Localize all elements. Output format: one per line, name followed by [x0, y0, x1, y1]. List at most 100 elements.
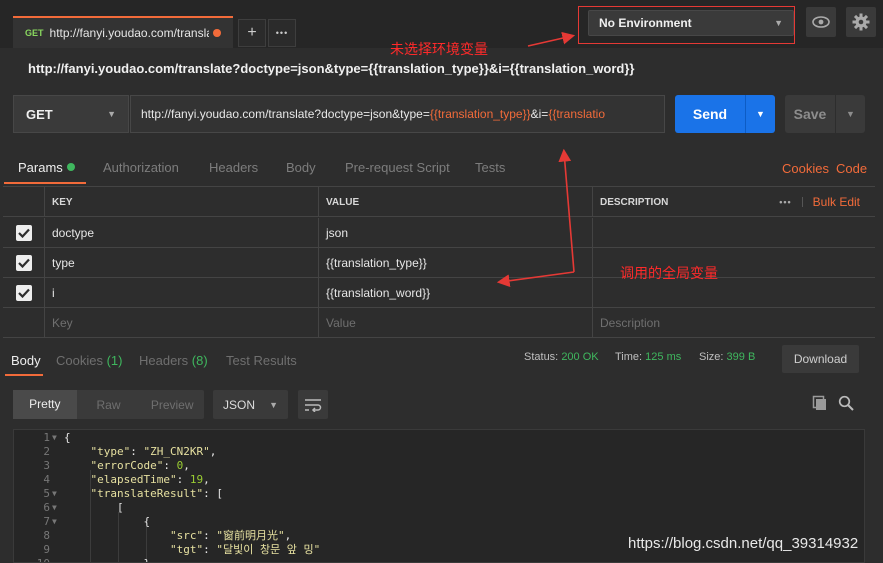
description-placeholder[interactable]: Description	[593, 308, 875, 338]
check-icon	[15, 255, 32, 271]
code-text: "errorCode": 0,	[90, 459, 190, 472]
table-row-new: Key Value Description	[3, 308, 875, 338]
size-value: 399 B	[726, 351, 756, 363]
environment-quick-look-button[interactable]	[806, 7, 836, 37]
wrap-lines-button[interactable]	[298, 390, 328, 419]
response-tab-cookies[interactable]: Cookies (1)	[56, 353, 122, 368]
status-value: 200 OK	[561, 351, 599, 363]
send-button[interactable]: Send ▼	[675, 95, 775, 133]
fold-icon[interactable]: ▼	[52, 515, 57, 529]
cookies-link[interactable]: Cookies	[782, 161, 829, 176]
empty-check	[3, 308, 45, 338]
check-icon	[15, 225, 32, 241]
chevron-down-icon[interactable]: ▼	[836, 109, 865, 119]
fold-icon[interactable]: ▼	[52, 487, 57, 501]
value-placeholder[interactable]: Value	[319, 308, 593, 338]
url-input[interactable]: http://fanyi.youdao.com/translate?doctyp…	[130, 95, 665, 133]
tab-prerequest-script[interactable]: Pre-request Script	[345, 160, 450, 175]
line-number: 4	[43, 473, 50, 486]
json-key: "elapsedTime"	[90, 473, 177, 486]
fold-icon[interactable]: ▼	[52, 501, 57, 515]
row-checkbox[interactable]	[3, 248, 45, 278]
line-number: 1	[43, 431, 50, 444]
json-brace: {	[143, 515, 151, 528]
code-text: }	[64, 557, 150, 562]
param-key[interactable]: i	[45, 278, 319, 308]
json-string: "ZH_CN2KR"	[143, 445, 210, 458]
more-icon[interactable]: •••	[779, 197, 803, 207]
response-tab-headers[interactable]: Headers (8)	[139, 353, 208, 368]
new-tab-button[interactable]: +	[238, 19, 266, 47]
request-tab[interactable]: GET http://fanyi.youdao.com/translat	[13, 16, 233, 48]
table-header-check	[3, 187, 45, 217]
row-checkbox[interactable]	[3, 218, 45, 248]
code-text: [	[64, 501, 124, 515]
json-string: "窗前明月光"	[216, 529, 285, 542]
tab-body[interactable]: Body	[286, 160, 316, 175]
param-key[interactable]: doctype	[45, 218, 319, 248]
tab-authorization[interactable]: Authorization	[103, 160, 179, 175]
response-time: Time: 125 ms	[615, 351, 681, 363]
line-number: 8	[43, 529, 50, 542]
line-number: 10	[14, 557, 50, 562]
format-value: JSON	[223, 397, 256, 412]
active-tab-indicator	[5, 374, 43, 376]
params-table: KEY VALUE DESCRIPTION ••• Bulk Edit doct…	[3, 186, 875, 338]
send-label: Send	[692, 106, 728, 122]
view-pretty[interactable]: Pretty	[13, 390, 77, 419]
fold-icon[interactable]: ▼	[52, 431, 57, 445]
tab-params[interactable]: Params	[18, 160, 75, 175]
json-number: 0	[176, 459, 184, 472]
search-button[interactable]	[838, 395, 854, 414]
view-preview[interactable]: Preview	[140, 398, 204, 412]
check-icon	[15, 285, 32, 301]
json-key: "translateResult"	[90, 487, 204, 500]
save-button[interactable]: Save ▼	[785, 95, 865, 133]
param-value[interactable]: {{translation_type}}	[319, 248, 593, 278]
chevron-down-icon[interactable]: ▼	[746, 109, 775, 119]
line-number: 7	[43, 515, 50, 528]
code-link[interactable]: Code	[836, 161, 867, 176]
key-placeholder[interactable]: Key	[45, 308, 319, 338]
code-text: "tgt": "달빛이 창문 앞 밍"	[169, 543, 321, 556]
view-raw[interactable]: Raw	[77, 398, 141, 412]
tab-more-button[interactable]: •••	[268, 19, 296, 47]
manage-environments-button[interactable]	[846, 7, 876, 37]
param-value[interactable]: {{translation_word}}	[319, 278, 593, 308]
json-brace: }	[143, 557, 150, 562]
response-tab-body[interactable]: Body	[11, 353, 41, 368]
response-tab-test-results[interactable]: Test Results	[226, 353, 297, 368]
response-status: Status: 200 OK	[524, 351, 599, 363]
line-number: 5	[43, 487, 50, 500]
method-value: GET	[26, 106, 53, 122]
param-description[interactable]	[593, 218, 875, 248]
tab-title: http://fanyi.youdao.com/translat	[49, 26, 210, 40]
table-header-row: KEY VALUE DESCRIPTION ••• Bulk Edit	[3, 187, 875, 217]
copy-button[interactable]	[812, 395, 828, 414]
json-key: "src"	[169, 529, 204, 542]
tab-tests[interactable]: Tests	[475, 160, 505, 175]
column-header-value: VALUE	[319, 187, 593, 217]
response-size: Size: 399 B	[699, 351, 755, 363]
line-number: 2	[43, 445, 50, 458]
param-value[interactable]: json	[319, 218, 593, 248]
response-tab-cookies-label: Cookies	[56, 353, 103, 368]
row-checkbox[interactable]	[3, 278, 45, 308]
more-icon: •••	[275, 28, 289, 38]
headers-count: (8)	[191, 353, 208, 368]
download-button[interactable]: Download	[782, 345, 859, 373]
environment-select[interactable]: No Environment ▼	[588, 10, 794, 36]
column-header-description: DESCRIPTION ••• Bulk Edit	[593, 187, 875, 217]
json-bracket: [	[216, 487, 223, 500]
method-select[interactable]: GET ▼	[13, 95, 129, 133]
search-icon	[838, 395, 854, 411]
bulk-edit-link[interactable]: Bulk Edit	[813, 195, 860, 209]
chevron-down-icon: ▼	[774, 18, 783, 28]
param-key[interactable]: type	[45, 248, 319, 278]
code-text: "type": "ZH_CN2KR",	[90, 445, 217, 458]
column-header-key: KEY	[45, 187, 319, 217]
format-select[interactable]: JSON ▼	[213, 390, 288, 419]
code-text: {	[64, 431, 71, 444]
body-view-toggle: Pretty Raw Preview	[13, 390, 204, 419]
tab-headers[interactable]: Headers	[209, 160, 258, 175]
